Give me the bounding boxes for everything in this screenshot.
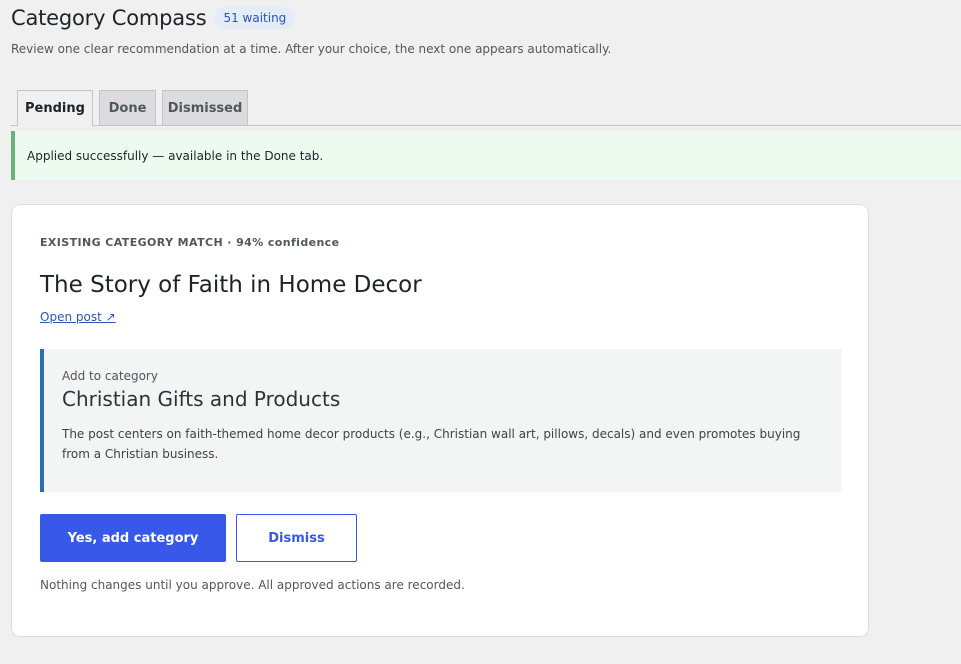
match-eyebrow: EXISTING CATEGORY MATCH · 94% confidence: [40, 236, 340, 249]
recommendation-card: EXISTING CATEGORY MATCH · 94% confidence…: [11, 204, 869, 637]
app-title: Category Compass: [11, 6, 207, 30]
tab-done[interactable]: Done: [99, 90, 156, 126]
approval-footnote: Nothing changes until you approve. All a…: [40, 578, 465, 592]
add-category-button[interactable]: Yes, add category: [40, 514, 226, 562]
dismiss-button[interactable]: Dismiss: [236, 514, 357, 562]
success-notice: Applied successfully — available in the …: [11, 131, 961, 180]
page-subtitle: Review one clear recommendation at a tim…: [11, 42, 612, 56]
waiting-count-badge: 51 waiting: [214, 7, 296, 29]
tab-dismissed[interactable]: Dismissed: [162, 90, 248, 126]
tab-bar: Pending Done Dismissed: [10, 90, 961, 127]
open-post-link[interactable]: Open post ↗: [40, 310, 116, 324]
tab-pending[interactable]: Pending: [17, 90, 93, 127]
recommended-category: Christian Gifts and Products: [62, 387, 341, 411]
page-header: Category Compass 51 waiting: [11, 6, 296, 30]
post-title: The Story of Faith in Home Decor: [40, 272, 422, 298]
recommendation-label: Add to category: [62, 369, 158, 383]
recommendation-description: The post centers on faith-themed home de…: [62, 427, 801, 461]
success-notice-text: Applied successfully — available in the …: [27, 148, 324, 163]
recommendation-box: Add to category Christian Gifts and Prod…: [40, 349, 841, 492]
